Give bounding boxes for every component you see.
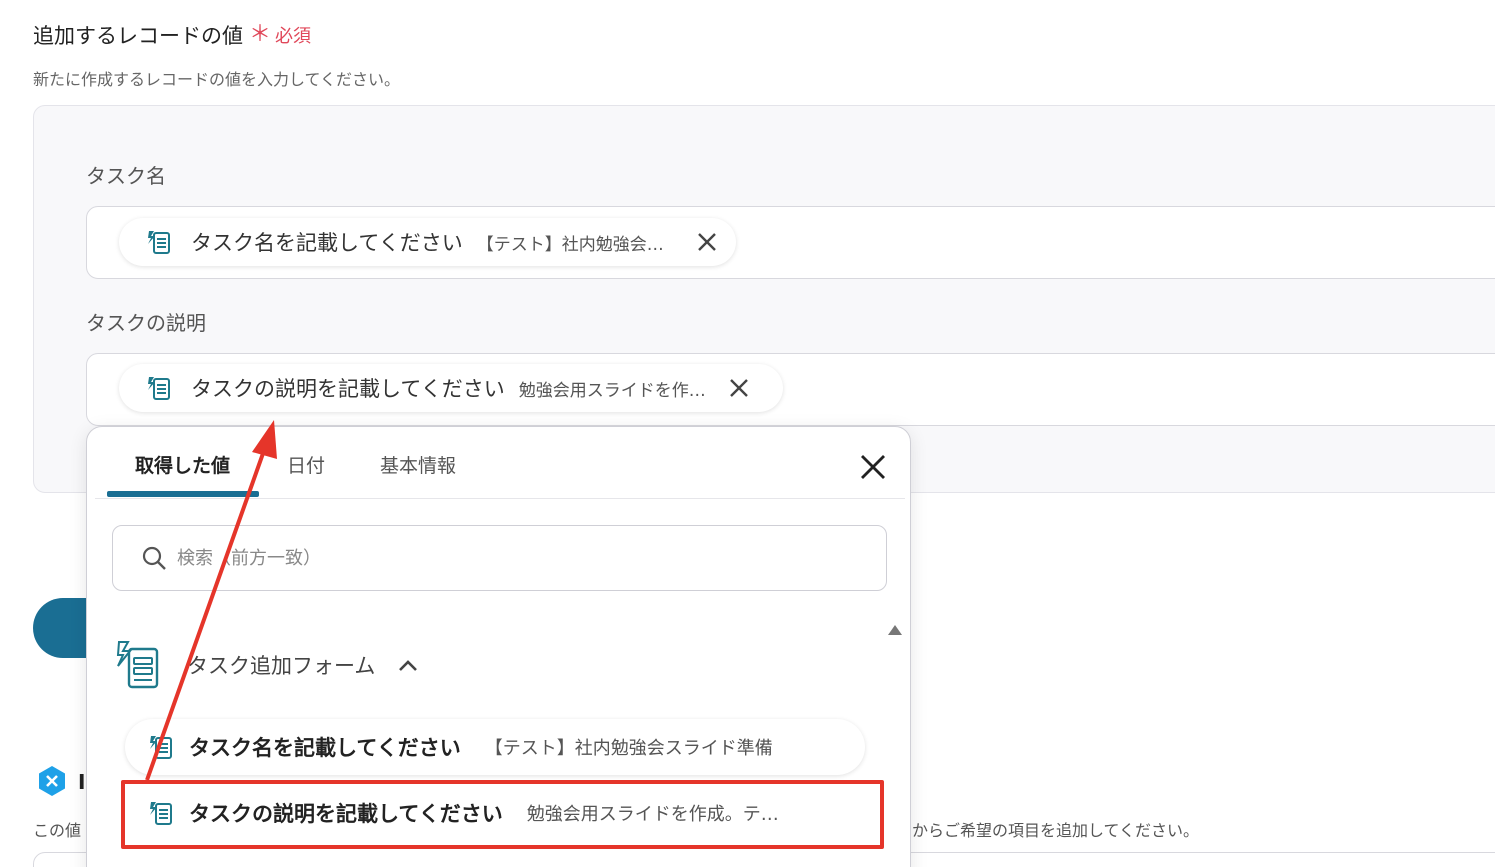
option-key: タスクの説明を記載してください xyxy=(189,802,503,826)
tab-date[interactable]: 日付 xyxy=(287,451,325,478)
form-trigger-icon xyxy=(148,377,170,400)
section-title: 追加するレコードの値 ＊ 必須 xyxy=(33,20,311,50)
active-tab-indicator xyxy=(107,491,259,497)
chevron-up-icon[interactable] xyxy=(397,658,419,672)
task-description-chip[interactable]: タスクの説明を記載してください 勉強会用スライドを作成。テ… xyxy=(119,364,783,412)
option-key: タスク名を記載してください xyxy=(189,736,461,760)
scroll-up-icon[interactable] xyxy=(887,623,903,637)
form-trigger-icon xyxy=(150,802,172,825)
required-label: 必須 xyxy=(275,26,312,47)
section-description: 新たに作成するレコードの値を入力してください。 xyxy=(33,70,401,89)
form-trigger-icon xyxy=(150,736,172,759)
group-label: タスク追加フォーム xyxy=(187,654,376,678)
option-value: 【テスト】社内勉強会スライド準備 xyxy=(484,738,773,759)
search-field[interactable] xyxy=(112,525,887,591)
option-task-name[interactable]: タスク名を記載してください 【テスト】社内勉強会スライド準備 xyxy=(125,719,865,775)
chip-value: 勉強会用スライドを作成。テ… xyxy=(518,380,709,401)
form-trigger-icon xyxy=(116,641,159,689)
x-badge-icon xyxy=(39,766,65,796)
form-trigger-icon xyxy=(148,231,170,254)
chip-key: タスク名を記載してください xyxy=(191,231,463,255)
required-star: ＊ xyxy=(249,22,272,47)
option-value: 勉強会用スライドを作成。テ… xyxy=(526,804,779,825)
close-icon xyxy=(697,233,716,251)
tab-basic-info[interactable]: 基本情報 xyxy=(380,451,456,478)
search-input[interactable] xyxy=(177,547,777,569)
task-name-chip[interactable]: タスク名を記載してください 【テスト】社内勉強会スライド準備 xyxy=(119,218,736,266)
close-icon xyxy=(729,379,748,397)
chip-key: タスクの説明を記載してください xyxy=(191,377,505,401)
chip-remove-button[interactable] xyxy=(695,230,719,254)
background-heading: I xyxy=(78,770,86,794)
tab-acquired-values[interactable]: 取得した値 xyxy=(135,451,230,478)
value-picker-popover: 取得した値 日付 基本情報 タスク追加フォーム xyxy=(86,426,911,867)
popover-tabs: 取得した値 日付 基本情報 xyxy=(95,427,905,499)
option-task-description[interactable]: タスクの説明を記載してください 勉強会用スライドを作成。テ… xyxy=(125,785,865,841)
field-label-task-description: タスクの説明 xyxy=(86,311,206,335)
section-title-text: 追加するレコードの値 xyxy=(33,24,243,48)
required-badge: ＊ 必須 xyxy=(249,22,311,48)
chip-remove-button[interactable] xyxy=(727,376,751,400)
close-icon[interactable] xyxy=(857,451,889,483)
background-description-right: からご希望の項目を追加してください。 xyxy=(912,821,1200,840)
chip-value: 【テスト】社内勉強会スライド準備 xyxy=(476,234,677,255)
search-icon xyxy=(142,546,166,570)
field-label-task-name: タスク名 xyxy=(86,164,166,188)
group-header-task-form[interactable]: タスク追加フォーム xyxy=(115,639,419,691)
background-description-left: この値 xyxy=(33,821,82,840)
